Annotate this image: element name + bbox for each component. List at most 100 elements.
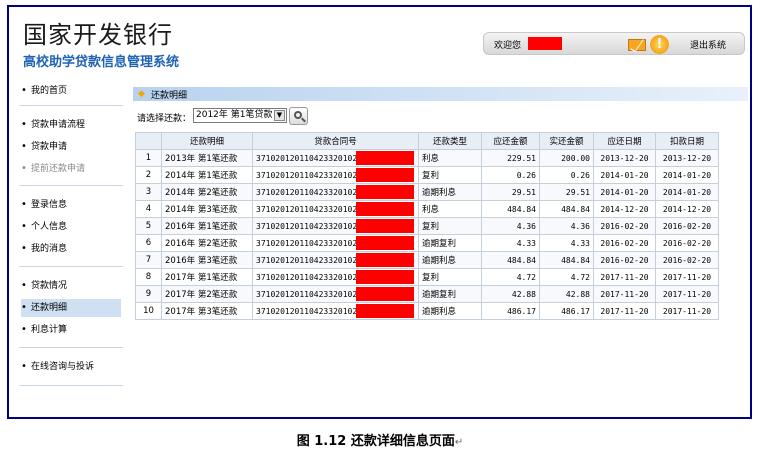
welcome-text: 欢迎您	[494, 41, 522, 51]
sidebar-item-login-info[interactable]: 登录信息	[21, 196, 121, 214]
due-date: 2013-12-20	[593, 149, 656, 167]
amount-paid-text: 484.84	[561, 255, 590, 265]
contract-number-text: 371020120110423320102	[256, 289, 358, 299]
table-header-row: 还款明细 贷款合同号 还款类型 应还金额 实还金额 应还日期 扣款日期	[135, 132, 719, 150]
contract-number-text: 371020120110423320102	[256, 255, 358, 265]
table-row: 6 2016年 第2笔还款 371020120110423320102 逾期复利 4.3…	[135, 234, 719, 252]
repay-item-text: 2016年 第2笔还款	[165, 239, 238, 249]
due-date-text: 2017-11-20	[600, 306, 649, 316]
debit-date-text: 2016-02-20	[662, 255, 712, 265]
sidebar-item-apply-process[interactable]: 贷款申请流程	[21, 116, 121, 134]
redacted-contract-suffix	[356, 270, 414, 284]
contract-number-text: 371020120110423320102	[256, 187, 358, 197]
amount-due: 484.84	[481, 251, 540, 269]
row-index-text: 8	[145, 272, 152, 282]
due-date-text: 2014-01-20	[600, 170, 649, 180]
column-header: 应还日期	[593, 132, 656, 150]
amount-due-text: 4.33	[516, 238, 536, 248]
repayment-table: 还款明细 贷款合同号 还款类型 应还金额 实还金额 应还日期 扣款日期 1 201…	[135, 132, 719, 320]
row-index-text: 2	[145, 170, 152, 180]
amount-paid-text: 484.84	[561, 204, 590, 214]
table-row: 3 2014年 第2笔还款 371020120110423320102 逾期利息 29.…	[135, 183, 719, 201]
amount-due: 42.88	[481, 285, 540, 303]
column-header: 贷款合同号	[252, 132, 419, 150]
debit-date-text: 2014-01-20	[662, 170, 712, 180]
paragraph-mark: ↵	[454, 437, 464, 448]
search-button[interactable]	[289, 107, 308, 125]
alert-icon[interactable]: !	[650, 35, 669, 54]
repay-item: 2017年 第2笔还款	[161, 285, 253, 303]
chevron-down-icon[interactable]: ▼	[274, 110, 285, 121]
repay-type-text: 逾期利息	[422, 256, 457, 266]
sidebar-item-personal-info[interactable]: 个人信息	[21, 218, 121, 236]
amount-paid-text: 486.17	[561, 306, 590, 316]
row-index-text: 5	[145, 221, 152, 231]
loan-select[interactable]: 2012年 第1笔贷款 ▼	[193, 108, 287, 123]
due-date-text: 2013-12-20	[600, 153, 649, 163]
amount-paid-text: 29.51	[565, 187, 590, 197]
sidebar-item-repay-detail[interactable]: 还款明细	[21, 299, 121, 317]
row-index-text: 3	[145, 187, 152, 197]
column-header: 还款明细	[161, 132, 253, 150]
redacted-contract-suffix	[356, 185, 414, 199]
contract-number-text: 371020120110423320102	[256, 153, 358, 163]
amount-due-text: 42.88	[511, 289, 536, 299]
contract-number-text: 371020120110423320102	[256, 272, 358, 282]
sidebar-item-early-repay[interactable]: 提前还款申请	[21, 160, 121, 178]
sidebar-item-loan-status[interactable]: 贷款情况	[21, 277, 121, 295]
repay-item-text: 2013年 第1笔还款	[165, 154, 238, 164]
debit-date: 2017-11-20	[655, 285, 719, 303]
contract-number-text: 371020120110423320102	[256, 204, 358, 214]
due-date-text: 2016-02-20	[600, 221, 649, 231]
table-row: 8 2017年 第1笔还款 371020120110423320102 复利 4.72 4…	[135, 268, 719, 286]
mail-icon[interactable]	[628, 39, 646, 51]
repay-type-text: 利息	[422, 154, 440, 164]
contract-number: 371020120110423320102	[252, 183, 419, 201]
sidebar-item-consult[interactable]: 在线咨询与投诉	[21, 358, 121, 376]
repay-item-text: 2014年 第1笔还款	[165, 171, 238, 181]
redacted-contract-suffix	[356, 151, 414, 165]
sidebar-divider	[19, 105, 123, 106]
column-header: 应还金额	[481, 132, 540, 150]
repay-item-text: 2014年 第3笔还款	[165, 205, 238, 215]
amount-due-text: 4.72	[516, 272, 536, 282]
sidebar-item-home[interactable]: 我的首页	[21, 82, 121, 100]
debit-date-text: 2014-01-20	[662, 187, 712, 197]
amount-paid-text: 42.88	[565, 289, 590, 299]
due-date: 2017-11-20	[593, 285, 656, 303]
debit-date: 2016-02-20	[655, 217, 719, 235]
due-date-text: 2016-02-20	[600, 238, 649, 248]
sidebar-item-interest-calc[interactable]: 利息计算	[21, 321, 121, 339]
repay-type-text: 复利	[422, 171, 440, 181]
row-index-text: 10	[143, 306, 154, 316]
logout-button[interactable]: 退出系统	[690, 38, 726, 51]
row-index: 1	[135, 149, 162, 167]
amount-paid: 29.51	[539, 183, 594, 201]
repay-item: 2017年 第1笔还款	[161, 268, 253, 286]
amount-paid: 0.26	[539, 166, 594, 184]
amount-due-text: 4.36	[516, 221, 536, 231]
table-row: 7 2016年 第3笔还款 371020120110423320102 逾期利息 484…	[135, 251, 719, 269]
amount-paid-text: 4.36	[570, 221, 590, 231]
row-index-text: 4	[145, 204, 152, 214]
amount-paid-text: 4.72	[570, 272, 590, 282]
due-date-text: 2016-02-20	[600, 255, 649, 265]
amount-due-text: 29.51	[511, 187, 536, 197]
amount-paid: 4.36	[539, 217, 594, 235]
repay-item: 2016年 第1笔还款	[161, 217, 253, 235]
sidebar-divider	[19, 185, 123, 186]
redacted-contract-suffix	[356, 304, 414, 318]
table-row: 4 2014年 第3笔还款 371020120110423320102 利息 484.8…	[135, 200, 719, 218]
debit-date: 2016-02-20	[655, 234, 719, 252]
row-index: 10	[135, 302, 162, 320]
debit-date-text: 2017-11-20	[662, 306, 712, 316]
amount-paid: 486.17	[539, 302, 594, 320]
repay-item: 2016年 第2笔还款	[161, 234, 253, 252]
repay-item-text: 2016年 第3笔还款	[165, 256, 238, 266]
sidebar-item-loan-apply[interactable]: 贷款申请	[21, 138, 121, 156]
debit-date: 2014-12-20	[655, 200, 719, 218]
sidebar-item-messages[interactable]: 我的消息	[21, 240, 121, 258]
contract-number: 371020120110423320102	[252, 302, 419, 320]
select-label: 请选择还款：	[137, 114, 192, 124]
debit-date-text: 2013-12-20	[662, 153, 712, 163]
